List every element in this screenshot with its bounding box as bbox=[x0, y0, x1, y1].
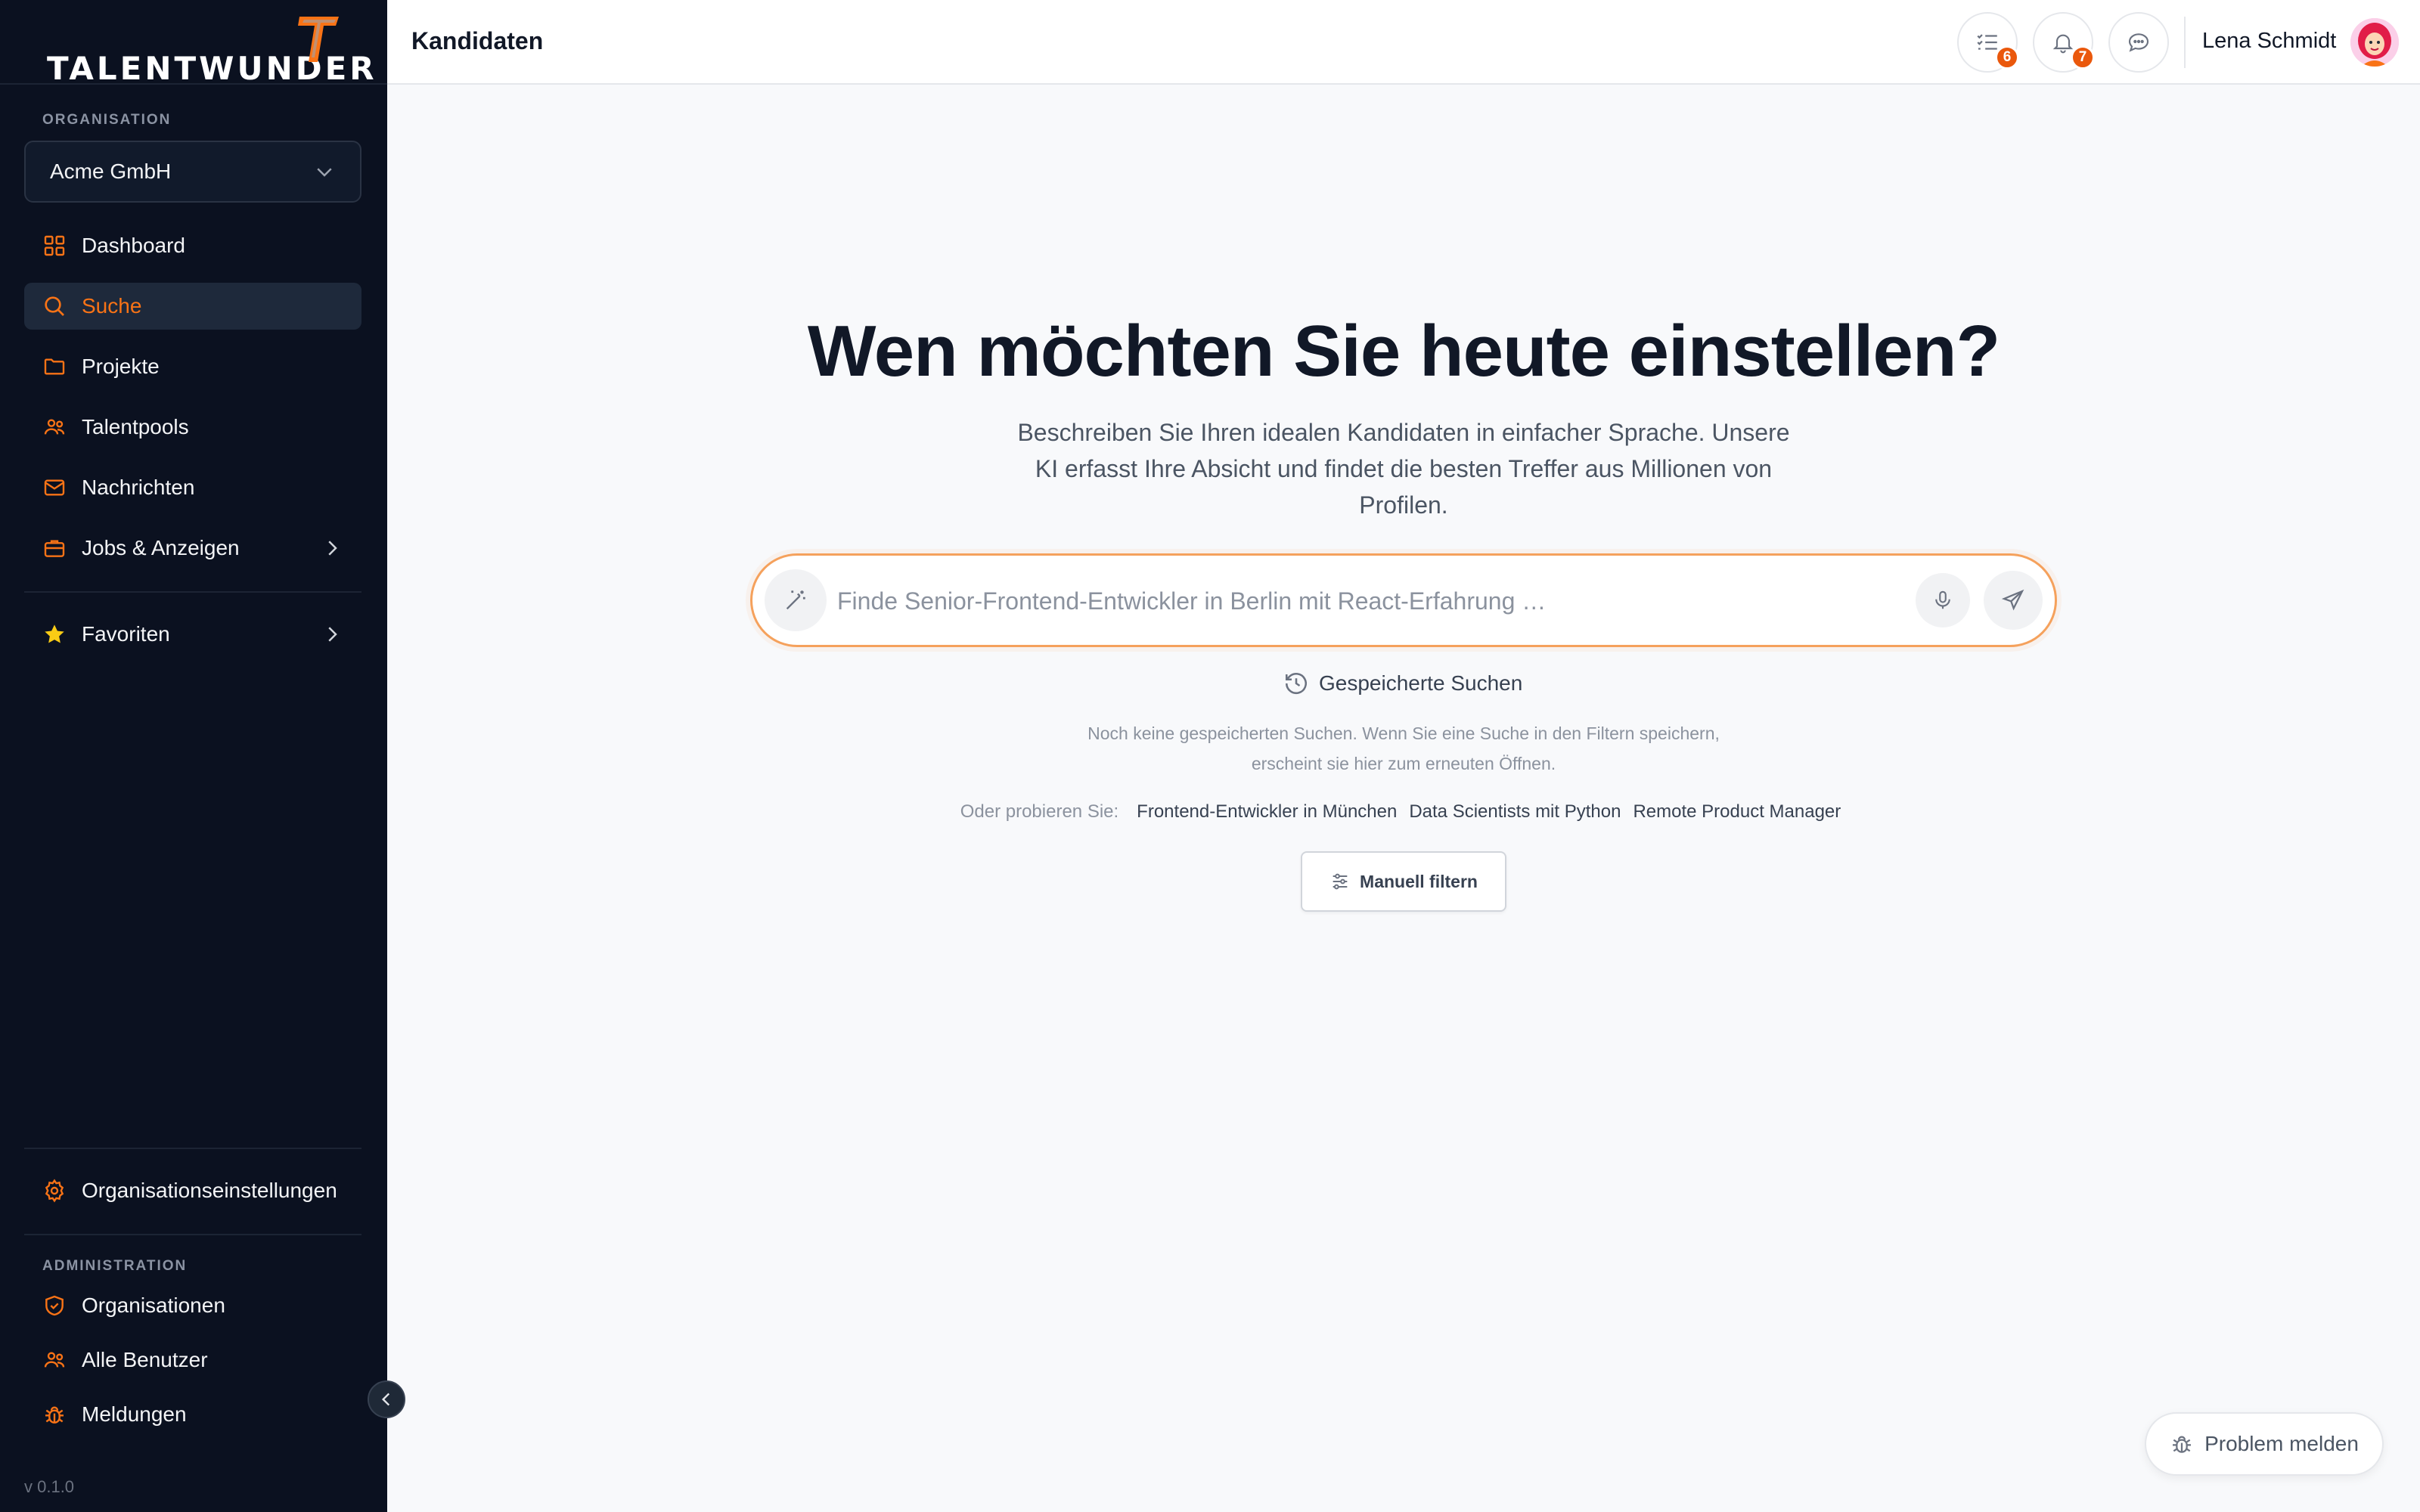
search-input[interactable] bbox=[837, 578, 1896, 624]
sidebar-collapse-button[interactable] bbox=[368, 1380, 405, 1418]
sidebar-item-nachrichten[interactable]: Nachrichten bbox=[24, 464, 361, 511]
sidebar-divider bbox=[24, 1234, 361, 1235]
suggestion-chip[interactable]: Frontend-Entwickler in München bbox=[1137, 801, 1397, 823]
organisation-select-value: Acme GmbH bbox=[50, 160, 172, 183]
chevron-right-icon bbox=[328, 627, 337, 642]
sidebar: TALENTWUNDER ORGANISATION Acme GmbH Dash… bbox=[0, 0, 387, 1512]
sidebar-item-label: Favoriten bbox=[82, 622, 170, 646]
sidebar-item-label: Projekte bbox=[82, 355, 160, 378]
shield-icon bbox=[45, 1295, 64, 1316]
briefcase-icon bbox=[44, 540, 65, 557]
sidebar-item-organisationen[interactable]: Organisationen bbox=[24, 1282, 361, 1329]
users-icon bbox=[44, 419, 65, 435]
report-problem-button[interactable]: Problem melden bbox=[2145, 1412, 2384, 1476]
header-separator bbox=[2184, 17, 2186, 68]
sidebar-item-label: Organisationen bbox=[82, 1294, 225, 1317]
saved-searches-label: Gespeicherte Suchen bbox=[1319, 671, 1523, 695]
send-icon bbox=[2001, 589, 2024, 611]
sidebar-item-label: Nachrichten bbox=[82, 476, 195, 499]
suggestion-row: Oder probieren Sie: Frontend-Entwickler … bbox=[387, 801, 2420, 823]
suggestion-label: Oder probieren Sie: bbox=[960, 801, 1119, 822]
sidebar-item-label: Meldungen bbox=[82, 1402, 187, 1426]
send-search-button[interactable] bbox=[1984, 571, 2043, 630]
ai-search-box bbox=[750, 553, 2057, 647]
chevron-down-icon bbox=[317, 168, 332, 177]
sidebar-item-label: Jobs & Anzeigen bbox=[82, 536, 240, 559]
gear-icon bbox=[45, 1179, 64, 1203]
folder-icon bbox=[44, 358, 65, 375]
search-icon bbox=[45, 296, 64, 316]
voice-input-button[interactable] bbox=[1916, 573, 1970, 627]
sidebar-divider bbox=[24, 591, 361, 593]
chevron-right-icon bbox=[328, 541, 337, 556]
user-name[interactable]: Lena Schmidt bbox=[2202, 29, 2336, 54]
sidebar-item-jobs[interactable]: Jobs & Anzeigen bbox=[24, 525, 361, 572]
hero-subline: Beschreiben Sie Ihren idealen Kandidaten… bbox=[1017, 419, 1790, 519]
star-icon bbox=[45, 624, 64, 643]
mail-icon bbox=[44, 479, 65, 496]
org-section-label: ORGANISATION bbox=[42, 112, 172, 128]
sidebar-item-label: Organisationseinstellungen bbox=[82, 1179, 337, 1202]
suggestion-chip[interactable]: Data Scientists mit Python bbox=[1409, 801, 1621, 823]
sliders-icon bbox=[1333, 873, 1348, 890]
sidebar-divider bbox=[24, 1148, 361, 1149]
report-problem-label: Problem melden bbox=[2204, 1432, 2359, 1455]
messages-button[interactable] bbox=[2108, 12, 2169, 73]
avatar-image-icon bbox=[2350, 18, 2399, 67]
manual-filter-button[interactable]: Manuell filtern bbox=[1301, 851, 1506, 912]
history-icon bbox=[1285, 673, 1307, 695]
organisation-select[interactable]: Acme GmbH bbox=[24, 141, 361, 203]
sidebar-item-meldungen[interactable]: Meldungen bbox=[24, 1391, 361, 1438]
bug-icon bbox=[2173, 1436, 2192, 1453]
sidebar-item-label: Alle Benutzer bbox=[82, 1348, 208, 1371]
saved-searches-empty-note: Noch keine gespeicherten Suchen. Wenn Si… bbox=[1087, 723, 1720, 773]
magic-wand-icon bbox=[786, 590, 805, 610]
sidebar-item-label: Dashboard bbox=[82, 234, 185, 257]
sidebar-item-favoriten[interactable]: Favoriten bbox=[24, 611, 361, 658]
chat-bubble-icon bbox=[2128, 33, 2149, 52]
manual-filter-label: Manuell filtern bbox=[1360, 871, 1478, 891]
admin-section-label: ADMINISTRATION bbox=[42, 1258, 188, 1274]
sidebar-divider bbox=[0, 83, 387, 85]
tasks-badge: 6 bbox=[1995, 45, 2019, 70]
magic-wand-button[interactable] bbox=[765, 569, 827, 631]
grid-icon bbox=[44, 235, 65, 256]
suggestion-chip[interactable]: Remote Product Manager bbox=[1633, 801, 1841, 823]
tasks-button[interactable]: 6 bbox=[1957, 12, 2019, 73]
sidebar-item-talentpools[interactable]: Talentpools bbox=[24, 404, 361, 451]
top-header: Kandidaten 6 7 Lena Schmidt bbox=[387, 0, 2420, 85]
sidebar-item-projekte[interactable]: Projekte bbox=[24, 343, 361, 390]
sidebar-item-alle-benutzer[interactable]: Alle Benutzer bbox=[24, 1337, 361, 1383]
page-title: Kandidaten bbox=[411, 27, 544, 54]
chevron-left-icon bbox=[381, 1393, 390, 1406]
microphone-icon bbox=[1935, 590, 1950, 609]
sidebar-item-org-settings[interactable]: Organisationseinstellungen bbox=[24, 1167, 361, 1214]
sidebar-item-label: Talentpools bbox=[82, 415, 189, 438]
app-version: v 0.1.0 bbox=[24, 1477, 75, 1496]
sidebar-item-suche[interactable]: Suche bbox=[24, 283, 361, 330]
sidebar-item-label: Suche bbox=[82, 294, 142, 318]
notifications-badge: 7 bbox=[2071, 45, 2095, 70]
users-icon bbox=[44, 1352, 65, 1368]
bug-icon bbox=[45, 1406, 64, 1424]
logo[interactable]: TALENTWUNDER bbox=[47, 17, 377, 85]
notifications-button[interactable]: 7 bbox=[2033, 12, 2095, 73]
hero-headline: Wen möchten Sie heute einstellen? bbox=[807, 311, 2000, 392]
avatar[interactable] bbox=[2350, 18, 2399, 67]
saved-searches-link[interactable]: Gespeicherte Suchen bbox=[1283, 670, 1522, 697]
logo-mark-icon bbox=[298, 17, 339, 62]
sidebar-item-dashboard[interactable]: Dashboard bbox=[24, 222, 361, 269]
